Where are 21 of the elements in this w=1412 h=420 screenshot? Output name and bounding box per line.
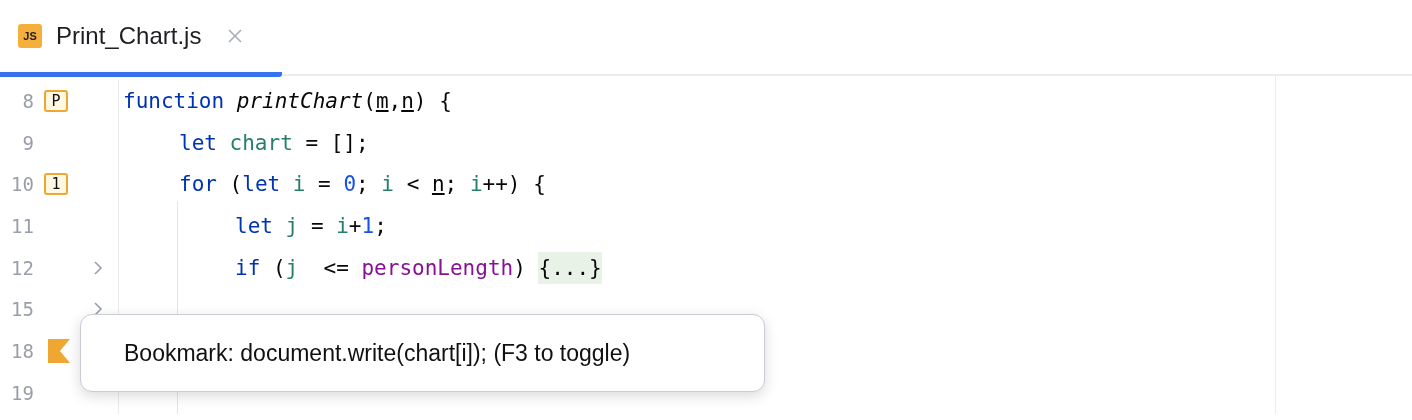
line-number: 8 bbox=[21, 89, 34, 112]
code-line: let chart = []; bbox=[179, 130, 369, 155]
bookmark-mnemonic[interactable]: P bbox=[44, 89, 68, 112]
bookmark-icon[interactable] bbox=[47, 337, 71, 364]
bookmark-mnemonic[interactable]: 1 bbox=[44, 173, 68, 196]
close-icon[interactable] bbox=[227, 28, 244, 44]
tooltip-text: Bookmark: document.write(chart[i]); (F3 to toggle) bbox=[124, 339, 631, 367]
javascript-file-icon: JS bbox=[18, 24, 42, 48]
chevron-right-icon[interactable] bbox=[93, 259, 103, 276]
line-number: 10 bbox=[10, 173, 34, 196]
file-tab[interactable]: JS Print_Chart.js bbox=[0, 0, 282, 77]
code-line: let j = i+1; bbox=[235, 213, 387, 238]
code-line: for (let i = 0; i < n; i++) { bbox=[179, 172, 546, 197]
line-number: 11 bbox=[10, 214, 34, 237]
line-number: 12 bbox=[10, 256, 34, 279]
line-number: 19 bbox=[10, 381, 34, 404]
line-number: 9 bbox=[21, 131, 34, 154]
code-line: function printChart(m,n) { bbox=[123, 88, 452, 113]
line-number: 18 bbox=[10, 339, 34, 362]
tab-label: Print_Chart.js bbox=[56, 22, 202, 50]
line-number: 15 bbox=[10, 298, 34, 321]
